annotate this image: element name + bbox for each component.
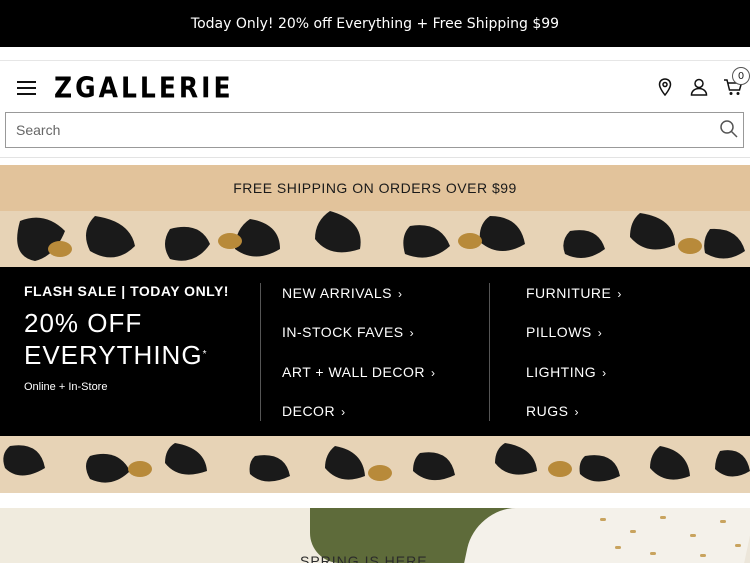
column-divider	[489, 283, 490, 421]
pillow-image-dotted	[464, 508, 750, 563]
flash-sale-label: FLASH SALE | TODAY ONLY!	[24, 283, 229, 299]
cart-count-badge: 0	[732, 67, 750, 85]
spring-banner[interactable]: SPRING IS HERE	[0, 508, 750, 563]
spring-heading: SPRING IS HERE	[300, 553, 428, 563]
search-input[interactable]	[6, 113, 706, 147]
sale-offer-line1: 20% OFF	[24, 308, 143, 338]
category-link-decor[interactable]: DECOR ›	[282, 403, 435, 442]
shipping-banner[interactable]: FREE SHIPPING ON ORDERS OVER $99	[0, 165, 750, 211]
search-bar	[5, 112, 744, 148]
header-icons: 0	[648, 67, 750, 99]
search-icon[interactable]	[719, 119, 739, 143]
pillow-image-left	[0, 508, 330, 563]
sale-headline[interactable]: FLASH SALE | TODAY ONLY! 20% OFF EVERYTH…	[24, 283, 254, 393]
location-pin-icon[interactable]	[648, 75, 682, 99]
logo[interactable]: ZGALLERIE	[54, 71, 234, 104]
sale-offer-line2: EVERYTHING	[24, 340, 203, 370]
category-link-lighting[interactable]: LIGHTING ›	[526, 364, 622, 403]
category-link-pillows[interactable]: PILLOWS ›	[526, 324, 622, 363]
sale-offer: 20% OFF EVERYTHING*	[24, 307, 254, 371]
category-link-art-wall-decor[interactable]: ART + WALL DECOR ›	[282, 364, 435, 403]
category-link-rugs[interactable]: RUGS ›	[526, 403, 622, 442]
shipping-text: FREE SHIPPING ON ORDERS OVER $99	[233, 180, 517, 196]
column-divider	[260, 283, 261, 421]
header-divider	[0, 157, 750, 158]
category-link-furniture[interactable]: FURNITURE ›	[526, 285, 622, 324]
account-icon[interactable]	[682, 75, 716, 99]
category-column-left: NEW ARRIVALS › IN-STOCK FAVES › ART + WALL…	[282, 285, 435, 442]
promo-bar[interactable]: Today Only! 20% off Everything + Free Sh…	[0, 0, 750, 47]
flash-sale-hero[interactable]: FLASH SALE | TODAY ONLY! 20% OFF EVERYTH…	[0, 211, 750, 493]
category-link-in-stock-faves[interactable]: IN-STOCK FAVES ›	[282, 324, 435, 363]
promo-text[interactable]: Today Only! 20% off Everything + Free Sh…	[191, 16, 559, 32]
cart-icon[interactable]: 0	[716, 67, 750, 99]
site-header: ZGALLERIE 0	[0, 60, 750, 111]
sale-panel: FLASH SALE | TODAY ONLY! 20% OFF EVERYTH…	[0, 267, 750, 436]
sale-offer-mark: *	[202, 349, 208, 360]
category-link-new-arrivals[interactable]: NEW ARRIVALS ›	[282, 285, 435, 324]
category-column-right: FURNITURE › PILLOWS › LIGHTING › RUGS ›	[526, 285, 622, 442]
menu-icon[interactable]	[17, 81, 36, 95]
sale-subtext: Online + In-Store	[24, 381, 108, 393]
